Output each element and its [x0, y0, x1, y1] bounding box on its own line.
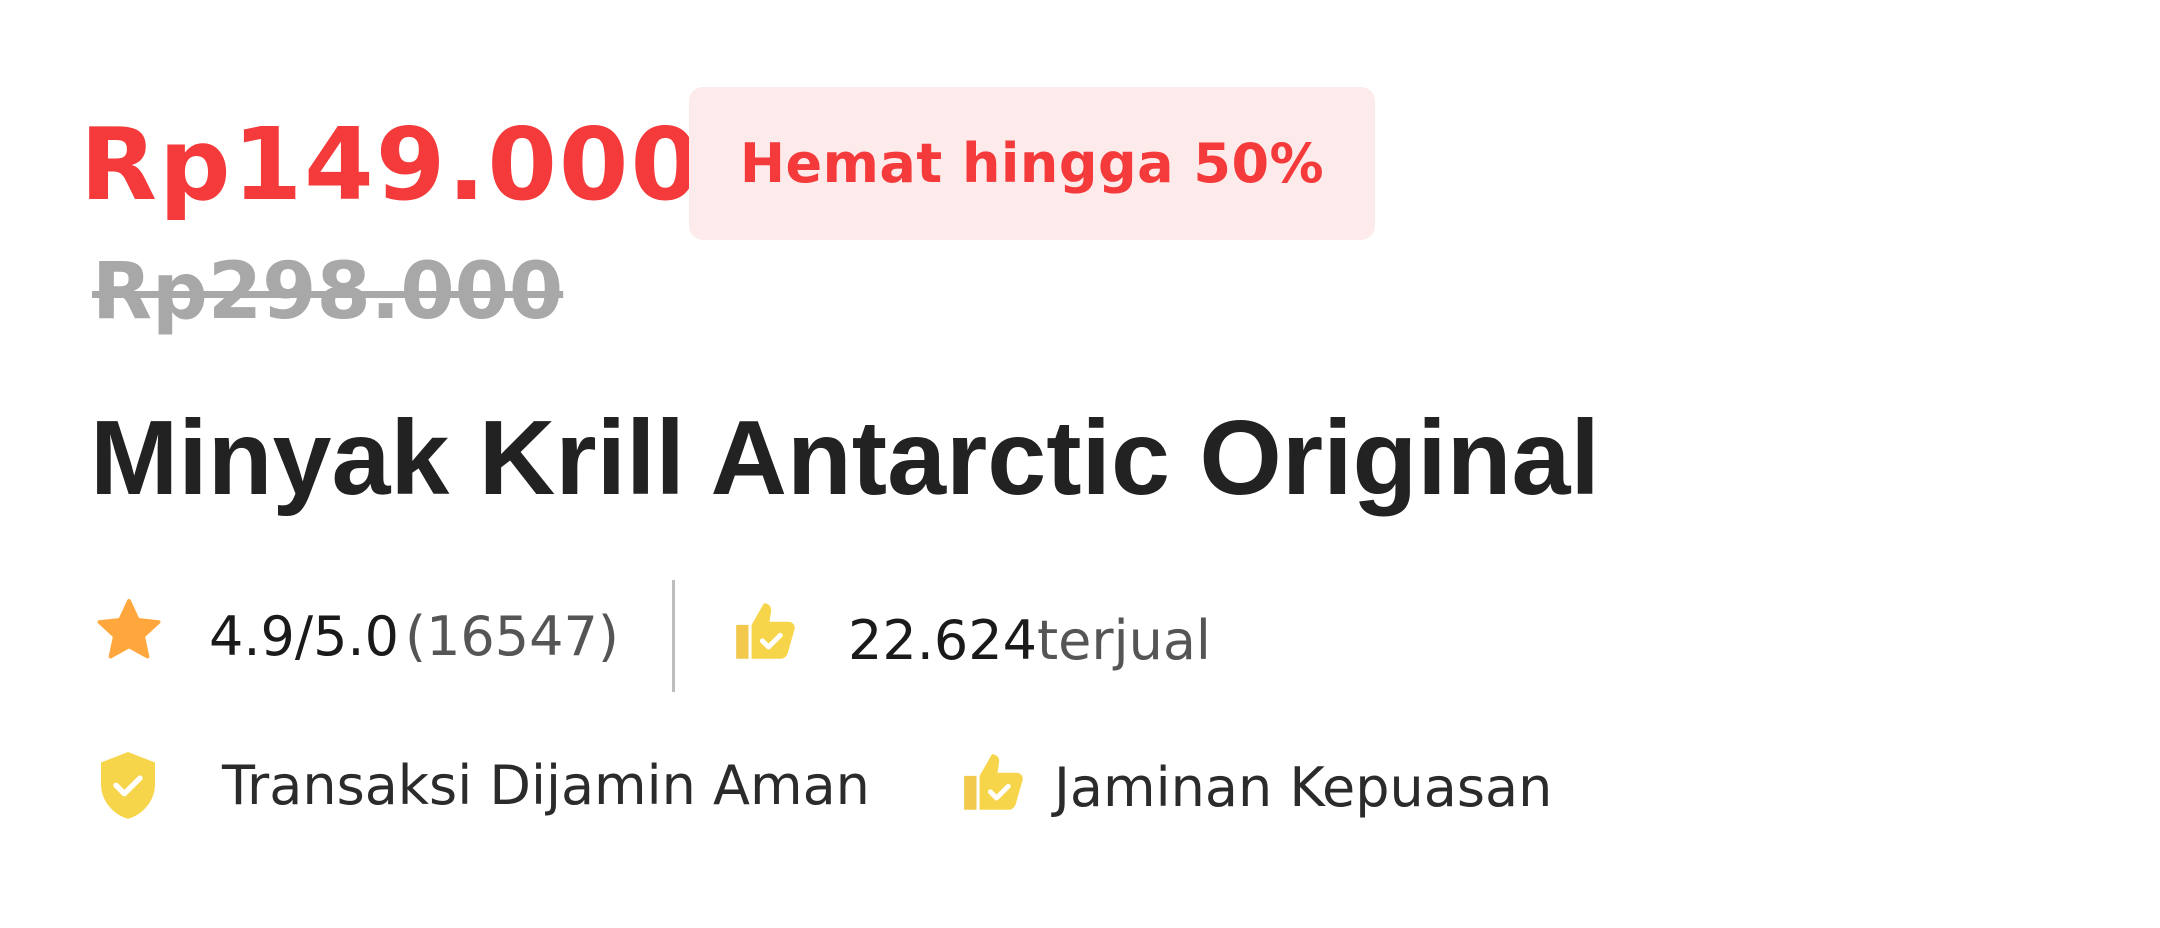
discount-badge-label: Hemat hingga 50% [739, 132, 1325, 195]
rating-value: 4.9/5.0 [209, 605, 399, 668]
review-count[interactable]: (16547) [405, 610, 619, 664]
product-title: Minyak Krill Antarctic Original [90, 399, 1600, 517]
assurance-secure-transaction: Transaksi Dijamin Aman [222, 754, 870, 817]
stats-row: 4.9/5.0 (16547) 22.624 terjual [92, 580, 1392, 692]
original-price: Rp298.000 [92, 247, 564, 337]
sold-label: terjual [1037, 609, 1211, 672]
assurance-row: Transaksi Dijamin Aman Jaminan Kepuasan [92, 745, 1592, 825]
price-row: Rp149.000 [80, 90, 702, 240]
sold-count: 22.624 [848, 609, 1037, 672]
thumbs-up-icon [736, 603, 795, 659]
stats-divider [672, 580, 675, 692]
discount-badge: Hemat hingga 50% [689, 87, 1375, 240]
star-icon [97, 598, 161, 659]
assurance-satisfaction: Jaminan Kepuasan [1054, 756, 1553, 819]
current-price: Rp149.000 [80, 106, 703, 223]
thumbs-up-icon [964, 754, 1023, 810]
shield-check-icon [101, 752, 155, 819]
